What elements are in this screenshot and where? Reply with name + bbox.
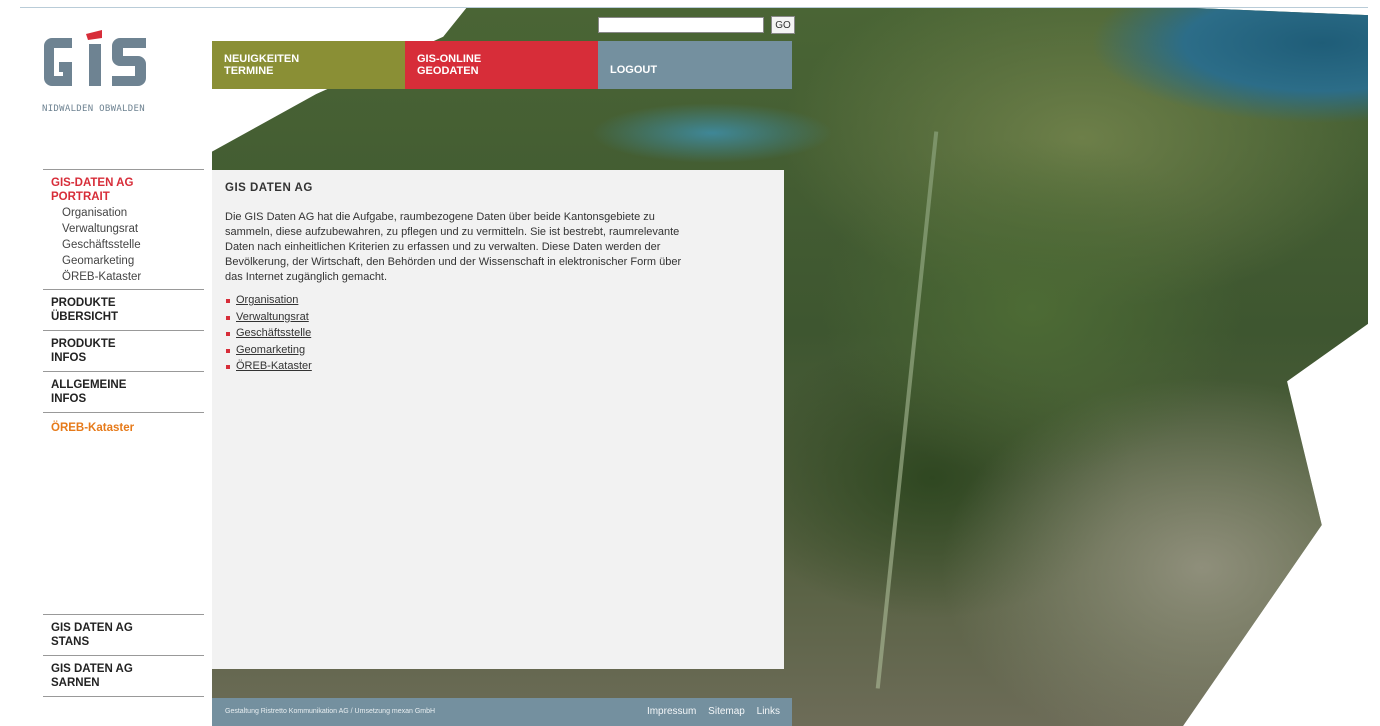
nav-gis-online-geodaten[interactable]: GIS-ONLINE GEODATEN <box>405 41 598 89</box>
footer-links: Impressum Sitemap Links <box>638 706 780 717</box>
list-item: ÖREB-Kataster <box>225 358 312 375</box>
sidebar-item-allgemeine-infos[interactable]: ALLGEMEINE INFOS <box>43 372 204 412</box>
gis-logo[interactable]: NIDWALDEN OBWALDEN <box>42 30 162 114</box>
sidebar-item-label: INFOS <box>51 393 87 405</box>
divider <box>43 696 204 697</box>
main-content: GIS DATEN AG Die GIS Daten AG hat die Au… <box>212 170 784 669</box>
sidebar-item-label: PRODUKTE <box>51 297 116 309</box>
sidebar-subitem-verwaltungsrat[interactable]: Verwaltungsrat <box>43 221 204 237</box>
list-item: Geomarketing <box>225 342 312 359</box>
link-verwaltungsrat[interactable]: Verwaltungsrat <box>236 311 309 323</box>
sidebar-subitem-geomarketing[interactable]: Geomarketing <box>43 253 204 269</box>
sidebar-locations: GIS DATEN AG STANS GIS DATEN AG SARNEN <box>43 614 204 697</box>
sidebar-item-label: GIS DATEN AG <box>51 663 133 675</box>
logo-subtitle: NIDWALDEN OBWALDEN <box>42 104 145 114</box>
content-link-list: Organisation Verwaltungsrat Geschäftsste… <box>225 292 312 375</box>
sidebar-item-gis-daten-ag-stans[interactable]: GIS DATEN AG STANS <box>43 615 204 655</box>
sidebar-subitem-geschaeftsstelle[interactable]: Geschäftsstelle <box>43 237 204 253</box>
list-item: Verwaltungsrat <box>225 309 312 326</box>
sidebar-subitem-organisation[interactable]: Organisation <box>43 205 204 221</box>
footer-link-impressum[interactable]: Impressum <box>647 706 696 717</box>
sidebar-item-gis-daten-ag-portrait[interactable]: GIS-DATEN AG PORTRAIT <box>43 170 204 205</box>
nav-logout[interactable]: LOGOUT <box>598 41 792 89</box>
sidebar-item-label: GIS-DATEN AG <box>51 177 134 189</box>
sidebar-nav: GIS-DATEN AG PORTRAIT Organisation Verwa… <box>43 169 204 434</box>
footer: Gestaltung Ristretto Kommunikation AG / … <box>212 698 792 726</box>
intro-paragraph: Die GIS Daten AG hat die Aufgabe, raumbe… <box>225 211 682 283</box>
top-border-line <box>20 7 1368 8</box>
sidebar-item-label: ÜBERSICHT <box>51 311 119 323</box>
sidebar-item-label: GIS DATEN AG <box>51 622 133 634</box>
list-item: Organisation <box>225 292 312 309</box>
sidebar-item-produkte-infos[interactable]: PRODUKTE INFOS <box>43 331 204 371</box>
nav-label-line1: LOGOUT <box>610 64 658 76</box>
footer-credit[interactable]: Gestaltung Ristretto Kommunikation AG / … <box>225 708 435 715</box>
sidebar-item-label: ALLGEMEINE <box>51 379 127 391</box>
list-item: Geschäftsstelle <box>225 325 312 342</box>
sidebar-item-label: PRODUKTE <box>51 338 116 350</box>
search-go-button[interactable]: GO <box>771 16 795 34</box>
footer-link-sitemap[interactable]: Sitemap <box>708 706 745 717</box>
link-geomarketing[interactable]: Geomarketing <box>236 344 305 356</box>
sidebar-item-gis-daten-ag-sarnen[interactable]: GIS DATEN AG SARNEN <box>43 656 204 696</box>
sidebar-item-label: PORTRAIT <box>51 191 110 203</box>
link-organisation[interactable]: Organisation <box>236 294 298 306</box>
sidebar-submenu: Organisation Verwaltungsrat Geschäftsste… <box>43 205 204 289</box>
link-geschaeftsstelle[interactable]: Geschäftsstelle <box>236 327 311 339</box>
sidebar-item-produkte-uebersicht[interactable]: PRODUKTE ÜBERSICHT <box>43 290 204 330</box>
nav-label-line2: TERMINE <box>224 65 274 77</box>
sidebar-item-label: STANS <box>51 636 90 648</box>
page-title: GIS DATEN AG <box>225 182 313 194</box>
sidebar-item-label: SARNEN <box>51 677 100 689</box>
sidebar-item-label: INFOS <box>51 352 87 364</box>
nav-label-line2: GEODATEN <box>417 65 479 77</box>
sidebar-link-oereb-kataster[interactable]: ÖREB-Kataster <box>43 413 204 434</box>
gis-logo-mark <box>44 30 146 86</box>
nav-label-line1: GIS-ONLINE <box>417 53 482 65</box>
sidebar-subitem-oereb-kataster[interactable]: ÖREB-Kataster <box>43 269 204 285</box>
footer-link-links[interactable]: Links <box>757 706 780 717</box>
search-input[interactable] <box>598 17 764 33</box>
nav-neuigkeiten-termine[interactable]: NEUIGKEITEN TERMINE <box>212 41 405 89</box>
link-oereb-kataster[interactable]: ÖREB-Kataster <box>236 360 312 372</box>
nav-label-line1: NEUIGKEITEN <box>224 53 300 65</box>
